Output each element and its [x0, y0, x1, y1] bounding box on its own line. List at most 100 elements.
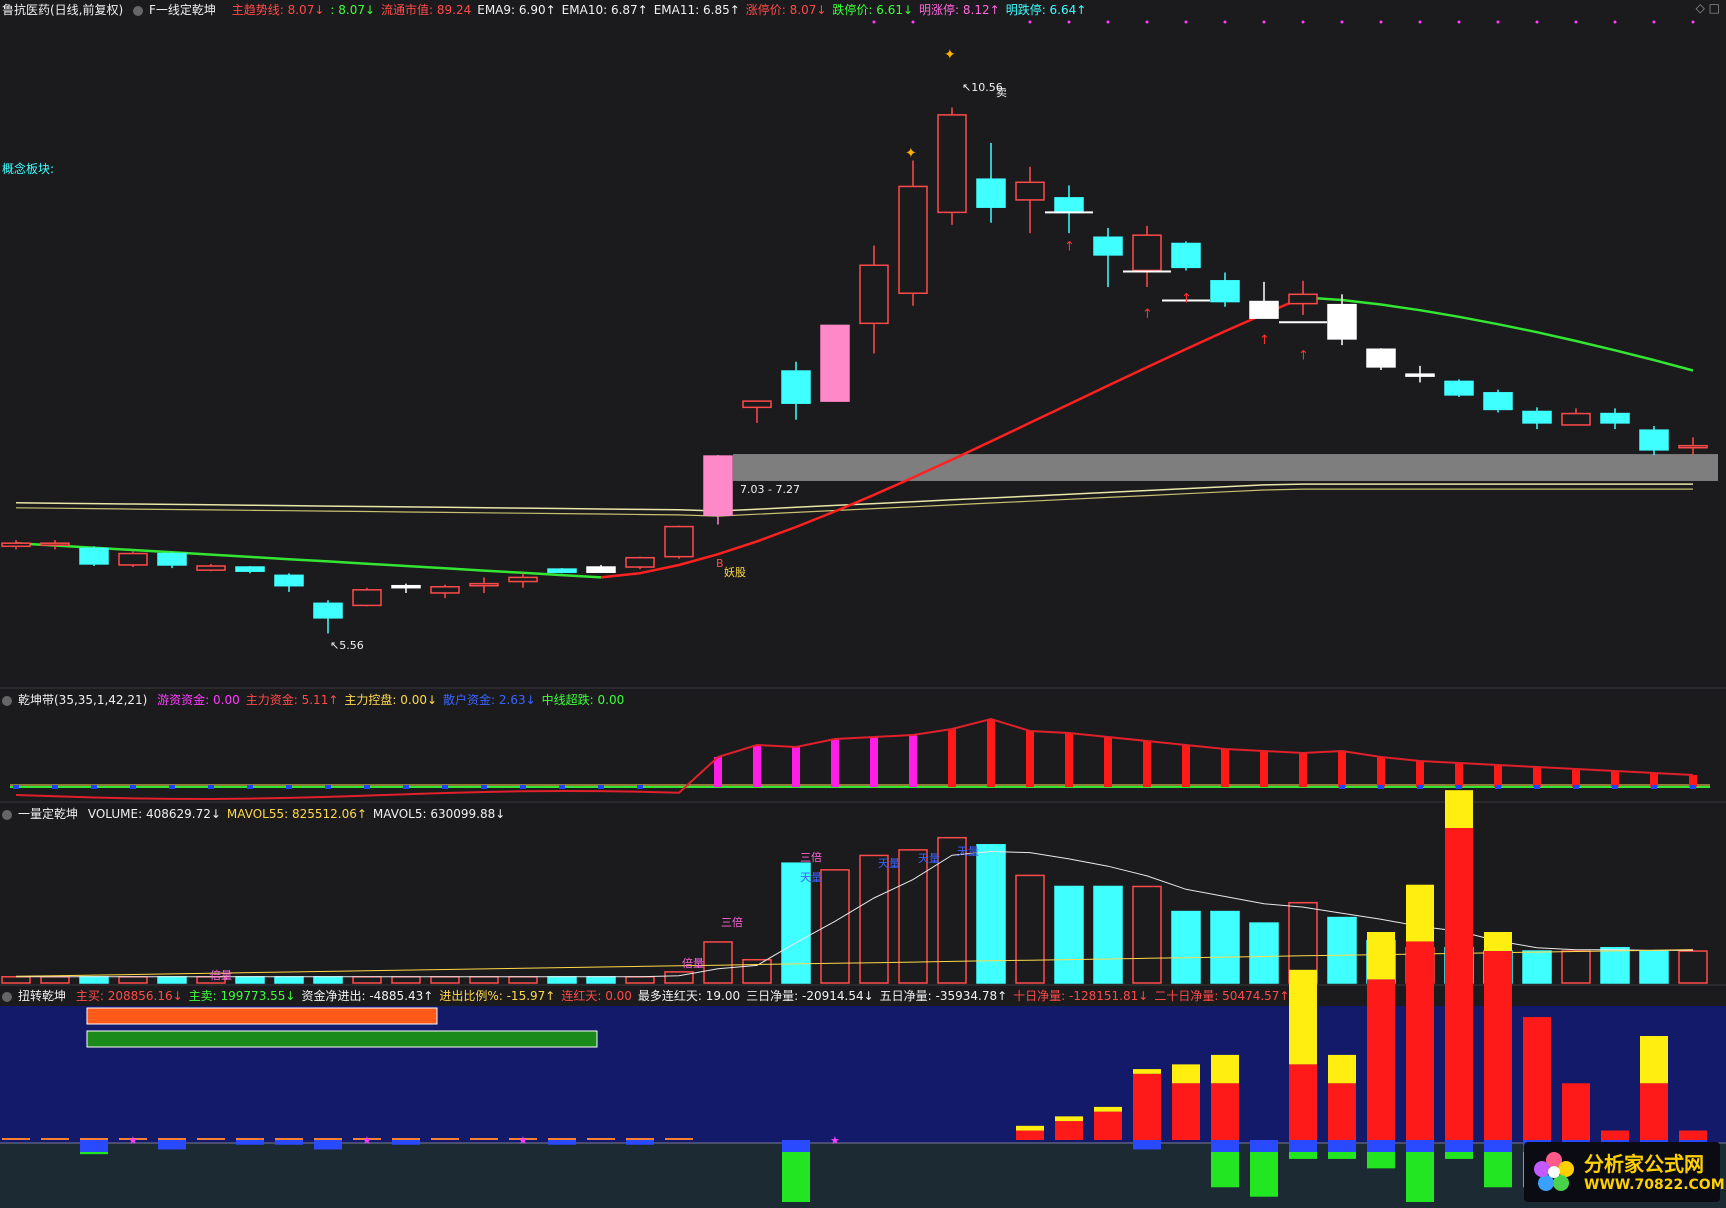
volume-bar [1639, 950, 1669, 984]
candle-body [274, 574, 304, 587]
qiankun-blue-dot [1378, 785, 1384, 789]
flow-small-bar [236, 1138, 264, 1140]
flow-item-3: 进出比例%: -15.97↑ [439, 989, 556, 1003]
flow-red-bar [1679, 1130, 1707, 1140]
butterfly-icon: ✦ [944, 47, 956, 63]
flow-blue-bar [314, 1140, 342, 1150]
qiankun-blue-dot [91, 785, 97, 789]
flow-small-bar [665, 1138, 693, 1140]
flow-red-bar [1055, 1121, 1083, 1140]
flow-title: 扭转乾坤 [18, 989, 67, 1003]
flow-small-bar [431, 1138, 459, 1140]
indicator-toggle-icon[interactable] [133, 5, 144, 16]
flow-red-bar [1445, 828, 1473, 1140]
flow-item-0: 主买: 208856.16↓ [75, 989, 183, 1003]
flow-red-bar [1289, 1064, 1317, 1140]
flow-small-bar [548, 1138, 576, 1140]
qiankun-blue-dot [1534, 785, 1540, 789]
flow-toggle-icon[interactable] [2, 991, 12, 1002]
qiankun-toggle-icon[interactable] [2, 695, 12, 706]
volume-bar [976, 844, 1006, 984]
panel-controls[interactable]: ◇ □ [1696, 1, 1720, 15]
flow-green-bar [1289, 1152, 1317, 1159]
volume-values: VOLUME: 408629.72↓ MAVOL55: 825512.06↑ MAV… [88, 807, 511, 821]
candle-body [976, 178, 1006, 208]
limit-dot [1379, 20, 1383, 24]
volume-bar [1678, 950, 1708, 984]
flow-blue-bar [1445, 1140, 1473, 1152]
qiankun-blue-dot [1573, 785, 1579, 789]
flow-red-bar [1211, 1083, 1239, 1140]
qiankun-blue-dot [637, 785, 643, 789]
candle-body [742, 400, 772, 409]
flow-small-bar [197, 1138, 225, 1140]
volume-bar [430, 976, 460, 984]
flow-red-bar [1094, 1111, 1122, 1140]
flow-blue-bar [275, 1140, 303, 1145]
qiankun-item-1: 主力资金: 5.11↑ [245, 693, 339, 707]
low-price-label: ↖5.56 [330, 639, 364, 652]
qiankun-blue-dot [1495, 785, 1501, 789]
volume-title: 一量定乾坤 [18, 807, 79, 821]
candle-body [118, 552, 148, 566]
site-logo: 分析家公式网 WWW.70822.COM [1524, 1142, 1725, 1202]
candle-body [1600, 412, 1630, 424]
flow-star-icon: ★ [518, 1134, 528, 1147]
flow-item-2: 资金净进出: -4885.43↑ [301, 989, 434, 1003]
qiankun-blue-dot [1339, 785, 1345, 789]
qiankun-bar [1533, 767, 1541, 787]
flow-item-4: 连红天: 0.00 [561, 989, 632, 1003]
qiankun-bar [1494, 765, 1502, 787]
volume-bar [313, 976, 343, 984]
qiankun-bar [1104, 737, 1112, 787]
candle-body [859, 264, 889, 325]
flow-blue-bar [1133, 1140, 1161, 1150]
volume-item-1: MAVOL55: 825512.06↑ [226, 807, 367, 821]
limit-dot [1067, 20, 1071, 24]
qiankun-bar [1377, 757, 1385, 787]
candle-body [1171, 242, 1201, 269]
flow-yellow-bar [1094, 1106, 1122, 1112]
volume-bar [235, 976, 265, 984]
candle-body [664, 525, 694, 558]
flow-red-bar [1172, 1083, 1200, 1140]
volume-bar [1561, 950, 1591, 984]
main-item-5: EMA11: 6.85↑ [653, 3, 740, 17]
volume-bar [625, 976, 655, 984]
volume-tag-triple-2: 三倍 [800, 851, 822, 864]
volume-tag-double-2: 倍量 [682, 957, 704, 970]
maximize-icon[interactable]: ◇ [1696, 1, 1705, 15]
volume-bar [1249, 922, 1279, 984]
flow-red-bar [1133, 1073, 1161, 1140]
volume-bar [1522, 950, 1552, 984]
formula-name[interactable]: F一线定乾坤 [133, 3, 222, 17]
chart-canvas[interactable]: ↑ ↑ ↑ ↑ ↑ ✦ ✦ ★ ★ ★ ★ [0, 0, 1726, 1208]
candle-body [157, 552, 187, 566]
flow-small-bar [392, 1138, 420, 1140]
restore-icon[interactable]: □ [1709, 1, 1720, 15]
low-price-value: 5.56 [339, 639, 364, 652]
limit-dot [1184, 20, 1188, 24]
limit-dot [1145, 20, 1149, 24]
volume-bar [1210, 910, 1240, 984]
candle-body [391, 584, 421, 589]
main-info-bar: 鲁抗医药(日线,前复权) F一线定乾坤 主趋势线: 8.07↓: 8.07↓ 流通… [2, 1, 1098, 19]
volume-toggle-icon[interactable] [2, 809, 12, 820]
flow-green-bar [80, 1152, 108, 1155]
limit-dot [1613, 20, 1617, 24]
red-arrow-icon: ↑ [1064, 240, 1075, 255]
flow-blue-bar [548, 1140, 576, 1145]
volume-tag-sky-2: 天量 [878, 857, 900, 870]
candle-body [1561, 412, 1591, 426]
volume-bar [1132, 885, 1162, 984]
candle-body [1093, 236, 1123, 256]
qiankun-blue-dot [130, 785, 136, 789]
main-indicator-values: 主趋势线: 8.07↓: 8.07↓ 流通市值: 89.24 EMA9: 6.90↑… [232, 3, 1093, 17]
flow-red-bar [1367, 979, 1395, 1140]
ma-long-line-1 [15, 483, 1693, 512]
qiankun-bar [1026, 731, 1034, 787]
candle-body [79, 547, 109, 565]
candle-body [313, 602, 343, 619]
volume-tag-triple-1: 三倍 [721, 916, 743, 929]
flow-blue-bar [1367, 1140, 1395, 1152]
